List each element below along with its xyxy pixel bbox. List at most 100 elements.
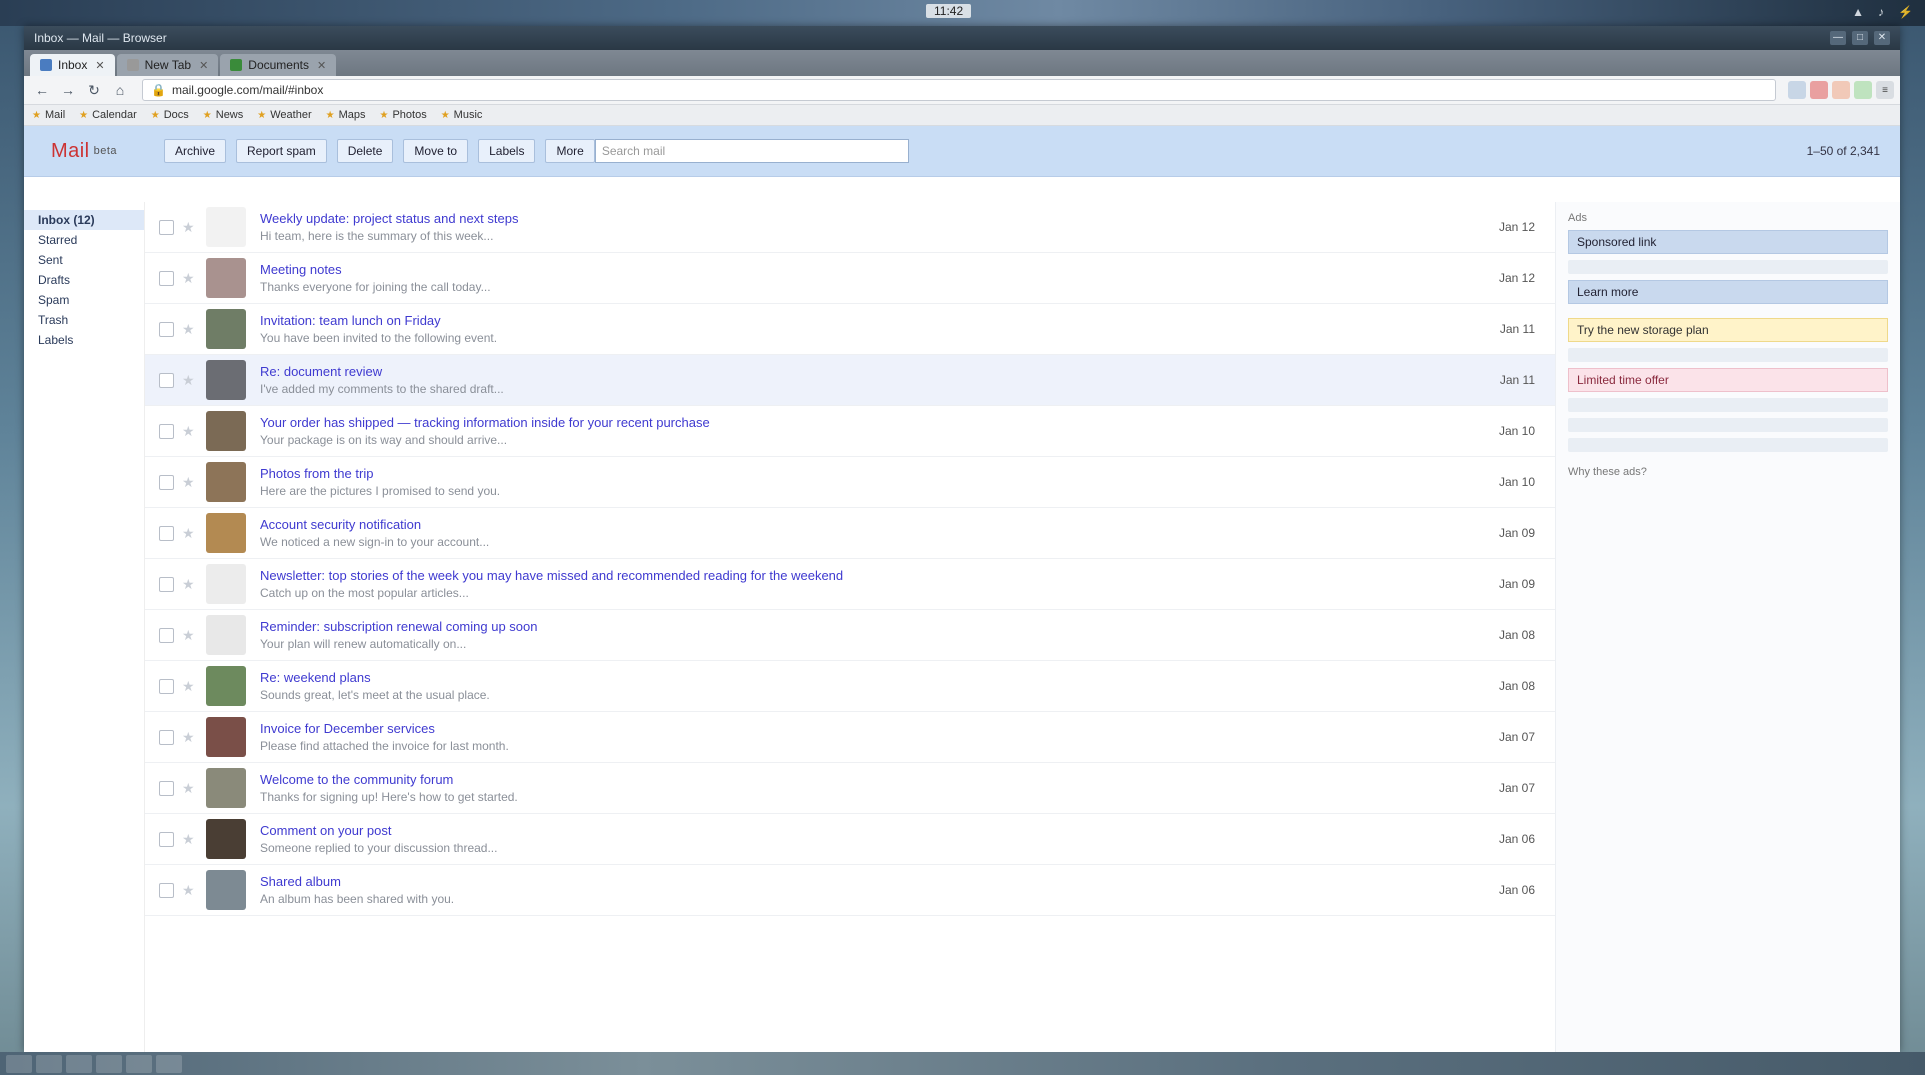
message-row[interactable]: ★ Re: weekend plans Sounds great, let's me… xyxy=(145,661,1555,712)
folder-drafts[interactable]: Drafts xyxy=(24,270,144,290)
sponsored-link[interactable]: Sponsored link xyxy=(1568,230,1888,254)
folder-sent[interactable]: Sent xyxy=(24,250,144,270)
message-subject[interactable]: Weekly update: project status and next s… xyxy=(260,211,518,226)
address-bar[interactable]: 🔒 mail.google.com/mail/#inbox xyxy=(142,79,1776,101)
message-row[interactable]: ★ Newsletter: top stories of the week you… xyxy=(145,559,1555,610)
close-tab-icon[interactable]: ✕ xyxy=(199,59,208,72)
message-row[interactable]: ★ Welcome to the community forum Thanks fo… xyxy=(145,763,1555,814)
tab-documents[interactable]: Documents ✕ xyxy=(220,54,337,76)
tray-up-icon[interactable]: ▲ xyxy=(1852,5,1864,19)
message-subject[interactable]: Meeting notes xyxy=(260,262,491,277)
message-row[interactable]: ★ Meeting notes Thanks everyone for joinin… xyxy=(145,253,1555,304)
star-icon[interactable]: ★ xyxy=(182,321,198,338)
message-subject[interactable]: Your order has shipped — tracking inform… xyxy=(260,415,710,430)
bookmark-item[interactable]: Maps xyxy=(326,109,366,121)
menu-icon[interactable]: ≡ xyxy=(1876,81,1894,99)
message-subject[interactable]: Shared album xyxy=(260,874,454,889)
folder-starred[interactable]: Starred xyxy=(24,230,144,250)
report-spam-button[interactable]: Report spam xyxy=(236,139,327,163)
mail-logo[interactable]: Mail beta xyxy=(24,126,144,176)
star-icon[interactable]: ★ xyxy=(182,270,198,287)
message-subject[interactable]: Re: weekend plans xyxy=(260,670,490,685)
message-subject[interactable]: Invoice for December services xyxy=(260,721,509,736)
bookmark-item[interactable]: Weather xyxy=(257,109,311,121)
extension-icon[interactable] xyxy=(1854,81,1872,99)
archive-button[interactable]: Archive xyxy=(164,139,227,163)
home-icon[interactable]: ⌂ xyxy=(108,79,132,101)
select-checkbox[interactable] xyxy=(159,729,174,745)
star-icon[interactable]: ★ xyxy=(182,219,198,236)
taskbar-item[interactable] xyxy=(126,1054,152,1073)
select-checkbox[interactable] xyxy=(159,882,174,898)
message-subject[interactable]: Reminder: subscription renewal coming up… xyxy=(260,619,537,634)
reload-icon[interactable]: ↻ xyxy=(82,79,106,101)
message-row[interactable]: ★ Re: document review I've added my commen… xyxy=(145,355,1555,406)
star-icon[interactable]: ★ xyxy=(182,423,198,440)
select-checkbox[interactable] xyxy=(159,372,174,388)
close-window-button[interactable]: ✕ xyxy=(1874,31,1890,45)
message-row[interactable]: ★ Shared album An album has been shared wi… xyxy=(145,865,1555,916)
star-icon[interactable]: ★ xyxy=(182,627,198,644)
taskbar-item[interactable] xyxy=(156,1054,182,1073)
message-row[interactable]: ★ Invoice for December services Please fin… xyxy=(145,712,1555,763)
clock[interactable]: 11:42 xyxy=(926,4,972,18)
extension-icon[interactable] xyxy=(1788,81,1806,99)
message-subject[interactable]: Account security notification xyxy=(260,517,489,532)
power-icon[interactable]: ⚡ xyxy=(1898,5,1913,19)
window-titlebar[interactable]: Inbox — Mail — Browser — □ ✕ xyxy=(24,26,1900,50)
close-tab-icon[interactable]: ✕ xyxy=(95,59,104,72)
star-icon[interactable]: ★ xyxy=(182,474,198,491)
select-checkbox[interactable] xyxy=(159,627,174,643)
bookmark-item[interactable]: Music xyxy=(441,109,483,121)
message-subject[interactable]: Invitation: team lunch on Friday xyxy=(260,313,497,328)
bookmark-item[interactable]: News xyxy=(203,109,244,121)
taskbar-item[interactable] xyxy=(6,1054,32,1073)
more-button[interactable]: More xyxy=(545,139,595,163)
message-subject[interactable]: Photos from the trip xyxy=(260,466,500,481)
maximize-button[interactable]: □ xyxy=(1852,31,1868,45)
move-to-button[interactable]: Move to xyxy=(403,139,469,163)
promo-note[interactable]: Try the new storage plan xyxy=(1568,318,1888,342)
select-checkbox[interactable] xyxy=(159,576,174,592)
message-subject[interactable]: Newsletter: top stories of the week you … xyxy=(260,568,843,583)
volume-icon[interactable]: ♪ xyxy=(1878,5,1884,19)
select-checkbox[interactable] xyxy=(159,831,174,847)
message-row[interactable]: ★ Weekly update: project status and next … xyxy=(145,202,1555,253)
message-row[interactable]: ★ Comment on your post Someone replied to … xyxy=(145,814,1555,865)
labels-button[interactable]: Labels xyxy=(478,139,536,163)
bookmark-item[interactable]: Calendar xyxy=(79,109,137,121)
star-icon[interactable]: ★ xyxy=(182,882,198,899)
folder-inbox[interactable]: Inbox (12) xyxy=(24,210,144,230)
select-checkbox[interactable] xyxy=(159,423,174,439)
message-row[interactable]: ★ Your order has shipped — tracking infor… xyxy=(145,406,1555,457)
select-checkbox[interactable] xyxy=(159,270,174,286)
bookmark-item[interactable]: Photos xyxy=(379,109,426,121)
star-icon[interactable]: ★ xyxy=(182,729,198,746)
star-icon[interactable]: ★ xyxy=(182,831,198,848)
message-row[interactable]: ★ Reminder: subscription renewal coming u… xyxy=(145,610,1555,661)
message-subject[interactable]: Welcome to the community forum xyxy=(260,772,518,787)
select-checkbox[interactable] xyxy=(159,525,174,541)
select-checkbox[interactable] xyxy=(159,219,174,235)
bookmark-item[interactable]: Mail xyxy=(32,109,65,121)
learn-more-link[interactable]: Learn more xyxy=(1568,280,1888,304)
star-icon[interactable]: ★ xyxy=(182,372,198,389)
ads-footer-link[interactable]: Why these ads? xyxy=(1568,466,1888,478)
taskbar-item[interactable] xyxy=(96,1054,122,1073)
folder-labels[interactable]: Labels xyxy=(24,330,144,350)
close-tab-icon[interactable]: ✕ xyxy=(317,59,326,72)
message-row[interactable]: ★ Account security notification We noticed… xyxy=(145,508,1555,559)
forward-icon[interactable]: → xyxy=(56,79,80,101)
message-row[interactable]: ★ Invitation: team lunch on Friday You hav… xyxy=(145,304,1555,355)
star-icon[interactable]: ★ xyxy=(182,576,198,593)
star-icon[interactable]: ★ xyxy=(182,678,198,695)
message-row[interactable]: ★ Photos from the trip Here are the pictur… xyxy=(145,457,1555,508)
select-checkbox[interactable] xyxy=(159,474,174,490)
bookmark-item[interactable]: Docs xyxy=(151,109,189,121)
promo-warning[interactable]: Limited time offer xyxy=(1568,368,1888,392)
message-subject[interactable]: Comment on your post xyxy=(260,823,497,838)
minimize-button[interactable]: — xyxy=(1830,31,1846,45)
tab-inbox[interactable]: Inbox ✕ xyxy=(30,54,115,76)
taskbar-item[interactable] xyxy=(36,1054,62,1073)
back-icon[interactable]: ← xyxy=(30,79,54,101)
